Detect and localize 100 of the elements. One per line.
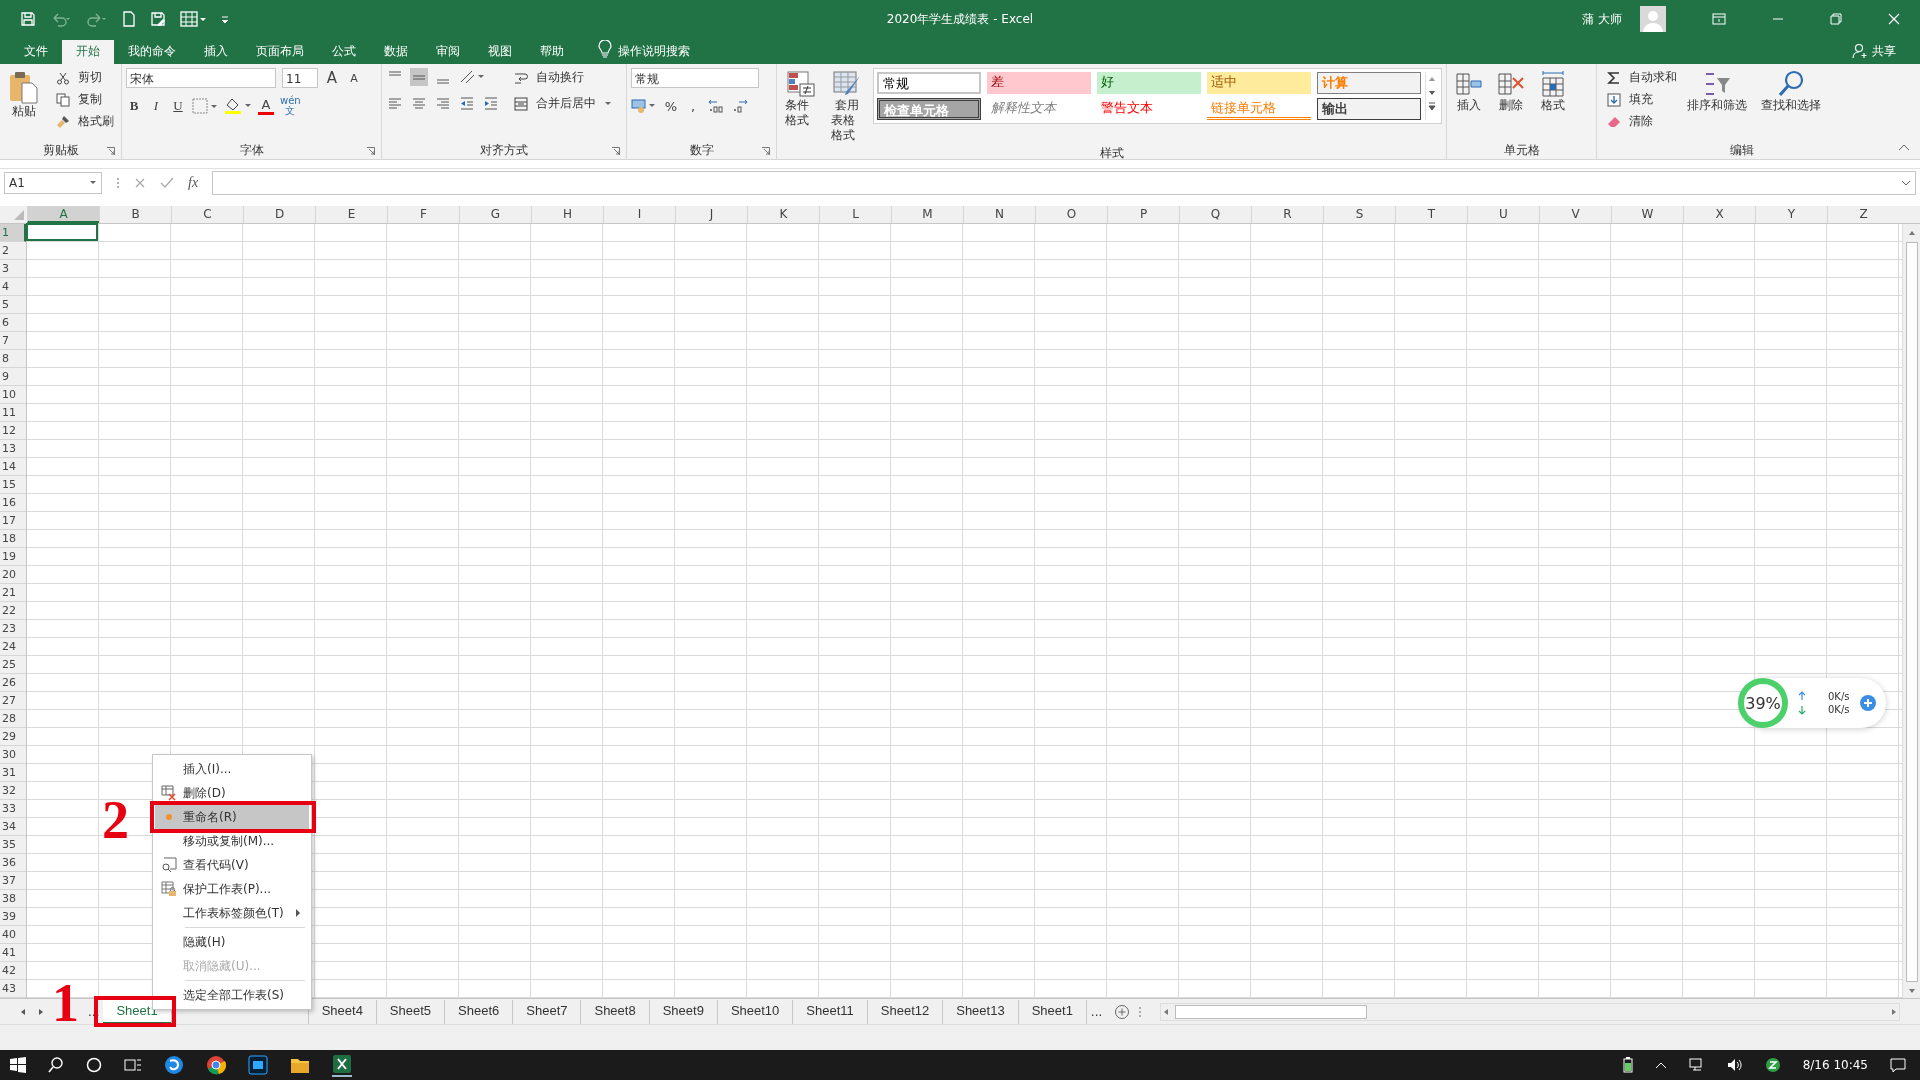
close-icon[interactable] bbox=[1888, 13, 1900, 25]
tell-me-search[interactable]: 操作说明搜索 bbox=[618, 40, 690, 64]
cell-style[interactable]: 解释性文本 bbox=[987, 98, 1091, 120]
ribbon-tab[interactable]: 审阅 bbox=[422, 40, 474, 64]
formula-input[interactable] bbox=[212, 170, 1916, 195]
row-header[interactable]: 29 bbox=[0, 728, 26, 746]
row-header[interactable]: 38 bbox=[0, 890, 26, 908]
ribbon-tab[interactable]: 插入 bbox=[190, 40, 242, 64]
percent-button[interactable]: % bbox=[663, 96, 679, 116]
ribbon-tab[interactable]: 文件 bbox=[10, 40, 62, 64]
row-header[interactable]: 11 bbox=[0, 404, 26, 422]
row-header[interactable]: 18 bbox=[0, 530, 26, 548]
circle-icon[interactable] bbox=[86, 1057, 102, 1073]
paste-button[interactable]: 粘贴 bbox=[4, 68, 44, 121]
row-header[interactable]: 21 bbox=[0, 584, 26, 602]
column-header[interactable]: C bbox=[171, 206, 243, 223]
row-header[interactable]: 12 bbox=[0, 422, 26, 440]
menu-item[interactable]: 保护工作表(P)... bbox=[155, 877, 309, 901]
browser-icon[interactable] bbox=[164, 1055, 184, 1075]
row-header[interactable]: 8 bbox=[0, 350, 26, 368]
cell-style[interactable]: 差 bbox=[987, 72, 1091, 94]
row-header[interactable]: 36 bbox=[0, 854, 26, 872]
comma-button[interactable]: , bbox=[685, 96, 701, 116]
table-icon[interactable] bbox=[180, 11, 206, 27]
column-header[interactable]: R bbox=[1251, 206, 1323, 223]
format-as-table-button[interactable]: 套用 表格格式 bbox=[827, 68, 867, 145]
shrink-font-button[interactable]: A bbox=[346, 68, 362, 88]
cell-style[interactable]: 适中 bbox=[1207, 72, 1311, 94]
add-sheet-icon[interactable] bbox=[1114, 1003, 1131, 1020]
share-button[interactable]: 共享 bbox=[1872, 40, 1896, 64]
row-header[interactable]: 16 bbox=[0, 494, 26, 512]
wrap-text-button[interactable]: 自动换行 bbox=[514, 68, 612, 86]
lightbulb-icon[interactable] bbox=[598, 39, 612, 58]
row-header[interactable]: 2 bbox=[0, 242, 26, 260]
row-header[interactable]: 24 bbox=[0, 638, 26, 656]
row-header[interactable]: 14 bbox=[0, 458, 26, 476]
conditional-format-button[interactable]: 条件格式 bbox=[781, 68, 821, 130]
format-painter-button[interactable]: 格式刷 bbox=[56, 112, 114, 130]
row-header[interactable]: 41 bbox=[0, 944, 26, 962]
column-header[interactable]: L bbox=[819, 206, 891, 223]
column-header[interactable]: P bbox=[1107, 206, 1179, 223]
menu-item[interactable]: 插入(I)... bbox=[155, 757, 309, 781]
underline-button[interactable]: U bbox=[170, 96, 186, 116]
font-color-button[interactable]: A bbox=[258, 97, 274, 115]
row-header[interactable]: 42 bbox=[0, 962, 26, 980]
row-header[interactable]: 35 bbox=[0, 836, 26, 854]
column-header[interactable]: X bbox=[1683, 206, 1755, 223]
save-as-icon[interactable] bbox=[150, 11, 166, 27]
ribbon-tab[interactable]: 我的命令 bbox=[114, 40, 190, 64]
sheet-tab[interactable]: Sheet1 bbox=[1018, 999, 1087, 1024]
font-name-field[interactable]: 宋体 bbox=[126, 68, 276, 88]
expand-icon[interactable] bbox=[1901, 178, 1911, 187]
row-header[interactable]: 34 bbox=[0, 818, 26, 836]
sheet-tab[interactable]: Sheet10 bbox=[717, 999, 794, 1024]
sheet-tab[interactable]: Sheet13 bbox=[943, 999, 1019, 1024]
sheet-tab[interactable]: Sheet7 bbox=[513, 999, 582, 1024]
find-select-button[interactable]: 查找和选择 bbox=[1757, 68, 1825, 115]
column-header[interactable]: T bbox=[1395, 206, 1467, 223]
column-header[interactable]: O bbox=[1035, 206, 1107, 223]
decrease-decimal-icon[interactable] bbox=[731, 97, 749, 115]
insert-cells-button[interactable]: 插入 bbox=[1451, 68, 1487, 115]
folder-icon[interactable] bbox=[290, 1056, 310, 1074]
redo-icon[interactable] bbox=[86, 11, 108, 27]
column-header[interactable]: Q bbox=[1179, 206, 1251, 223]
orientation-icon[interactable] bbox=[458, 68, 486, 86]
memory-gauge[interactable]: 39% bbox=[1738, 678, 1788, 728]
phonetic-button[interactable]: wén 文 bbox=[280, 96, 301, 116]
cut-button[interactable]: 剪切 bbox=[56, 68, 114, 86]
sheet-tab[interactable]: Sheet6 bbox=[445, 999, 514, 1024]
row-header[interactable]: 22 bbox=[0, 602, 26, 620]
row-header[interactable]: 39 bbox=[0, 908, 26, 926]
scroll-thumb[interactable] bbox=[1175, 1004, 1368, 1019]
menu-item[interactable]: 查看代码(V) bbox=[155, 853, 309, 877]
row-header[interactable]: 10 bbox=[0, 386, 26, 404]
row-header[interactable]: 20 bbox=[0, 566, 26, 584]
copy-button[interactable]: 复制 bbox=[56, 90, 114, 108]
row-header[interactable]: 17 bbox=[0, 512, 26, 530]
row-header[interactable]: 26 bbox=[0, 674, 26, 692]
column-header[interactable]: H bbox=[531, 206, 603, 223]
row-header[interactable]: 5 bbox=[0, 296, 26, 314]
row-header[interactable]: 9 bbox=[0, 368, 26, 386]
column-header[interactable]: M bbox=[891, 206, 963, 223]
row-header[interactable]: 7 bbox=[0, 332, 26, 350]
cell-style[interactable]: 警告文本 bbox=[1097, 98, 1201, 120]
ribbon-tab[interactable]: 开始 bbox=[62, 40, 114, 64]
search-icon[interactable] bbox=[48, 1057, 64, 1073]
autosum-button[interactable]: 自动求和 bbox=[1607, 68, 1677, 86]
currency-icon[interactable] bbox=[631, 97, 657, 115]
row-header[interactable]: 4 bbox=[0, 278, 26, 296]
column-header[interactable]: D bbox=[243, 206, 315, 223]
column-header[interactable]: Y bbox=[1755, 206, 1827, 223]
sheet-tab[interactable]: Sheet5 bbox=[376, 999, 446, 1024]
new-file-icon[interactable] bbox=[122, 11, 136, 27]
insert-function-button[interactable]: fx bbox=[188, 174, 199, 191]
scroll-thumb[interactable] bbox=[1905, 241, 1918, 982]
number-format-field[interactable]: 常规 bbox=[631, 68, 759, 88]
ribbon-options-icon[interactable] bbox=[1712, 13, 1726, 25]
task-view-icon[interactable] bbox=[124, 1057, 142, 1073]
vertical-scrollbar[interactable] bbox=[1902, 224, 1920, 998]
decrease-indent-icon[interactable] bbox=[458, 94, 476, 112]
